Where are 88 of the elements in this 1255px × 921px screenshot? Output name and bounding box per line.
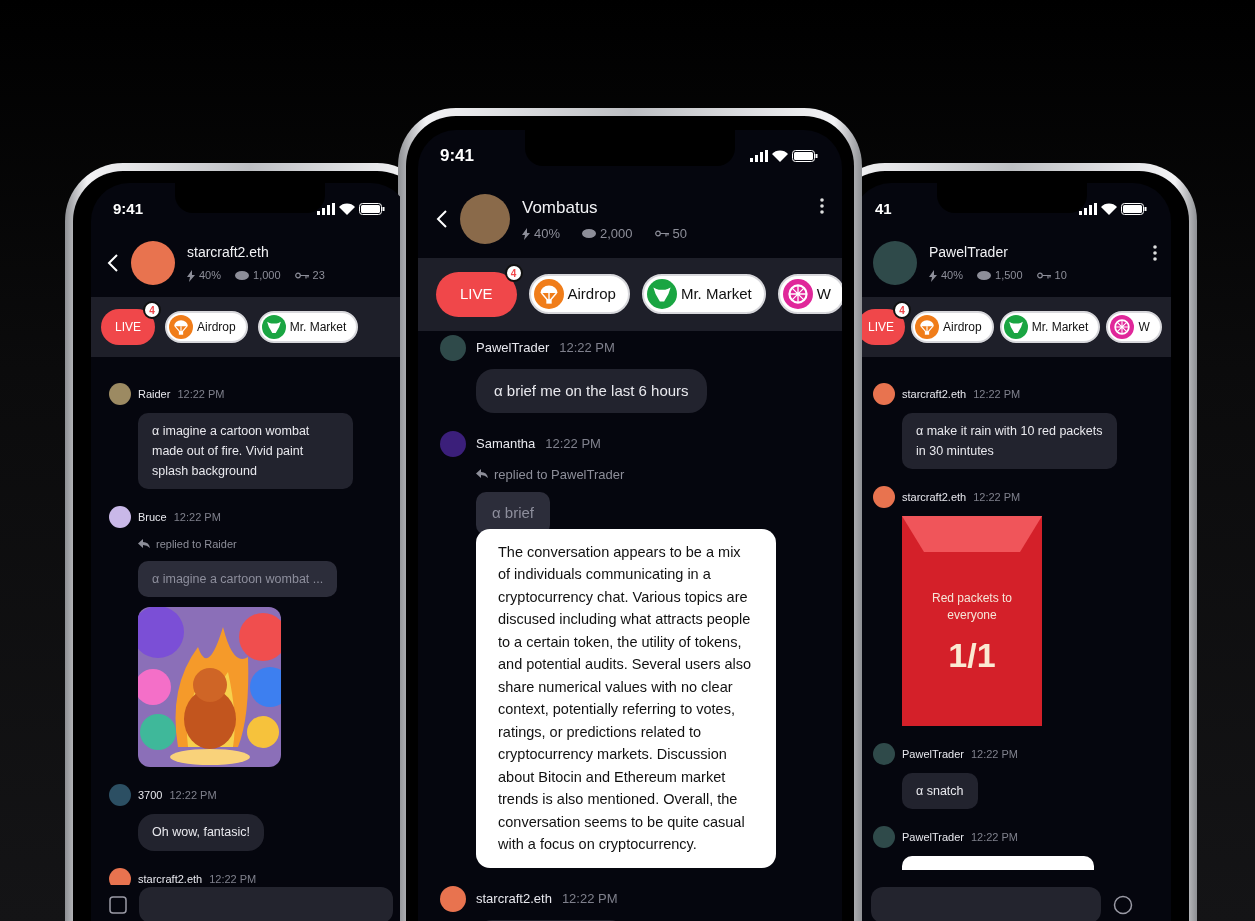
message-time: 12:22 PM <box>559 338 615 357</box>
reply-label: replied to PawelTrader <box>494 465 625 484</box>
wifi-icon <box>772 150 788 162</box>
topic-chip[interactable]: Airdrop <box>165 311 248 343</box>
prompt-message: α brief me on the last 6 hours <box>476 368 707 413</box>
message-time: 12:22 PM <box>970 829 1019 845</box>
message-time: 12:22 PM <box>973 489 1021 505</box>
profile-name: starcraft2.eth <box>187 243 270 263</box>
author-name: Bruce <box>138 509 167 525</box>
count-badge: 4 <box>504 264 523 282</box>
packet-count: 1/1 <box>948 634 996 676</box>
topic-chip[interactable]: Mr. Market <box>641 274 766 315</box>
author-name: starcraft2.eth <box>902 386 967 402</box>
message-time: 12:22 PM <box>173 509 221 525</box>
energy-value: 40% <box>941 268 964 284</box>
back-icon[interactable] <box>436 209 448 229</box>
prompt-message: α imagine a cartoon wombat made out of fire. Vivid paint splash background <box>138 413 353 489</box>
battery-icon <box>359 203 385 215</box>
prompt-message: α make it rain with 10 red packets in 30 mintutes <box>902 413 1117 469</box>
key-icon <box>294 272 309 279</box>
message-field[interactable] <box>871 887 1101 921</box>
message-time: 12:22 PM <box>973 386 1021 402</box>
topic-chip[interactable]: W <box>777 274 842 315</box>
status-time: 41 <box>875 198 892 219</box>
coin-icon <box>977 271 992 280</box>
bolt-icon <box>522 227 530 240</box>
more-icon[interactable] <box>820 198 824 214</box>
attach-icon[interactable] <box>109 896 127 914</box>
signal-icon <box>1079 203 1097 215</box>
key-icon <box>1036 272 1051 279</box>
wifi-icon <box>1101 203 1117 215</box>
more-icon[interactable] <box>1153 245 1157 261</box>
bolt-icon <box>929 269 937 282</box>
key-value: 50 <box>672 225 688 243</box>
message-time: 12:22 PM <box>209 871 257 885</box>
author-name: PawelTrader <box>476 338 550 357</box>
quoted-message: α imagine a cartoon wombat ... <box>138 560 338 598</box>
status-time: 9:41 <box>113 198 144 219</box>
summary-message: The conversation appears to be a mix of individuals communicating in a cryptocurrency chat. Various topics are discused including what attracts people to a certain token, the utility of tokens, and potential audits. Several users also share numerical values with no clear context, potentially referring to votes, ratings, or predictions related to cryptocurrency markets. Discussion about Bitocin and Ethereum market trends is also mentioned. Overall, the conversation seems to be quite casual with a focus on cryptocurrency. <box>476 528 776 868</box>
key-value: 23 <box>312 268 325 284</box>
bolt-icon <box>187 269 195 282</box>
author-name: PawelTrader <box>902 746 964 762</box>
author-name: starcraft2.eth <box>902 489 967 505</box>
energy-value: 40% <box>534 225 561 243</box>
topic-chip[interactable]: W <box>1106 311 1162 343</box>
packet-title: Red packets to everyone <box>930 590 1013 624</box>
message-time: 12:22 PM <box>177 386 225 402</box>
coin-value: 1,500 <box>995 268 1023 284</box>
message-time: 12:22 PM <box>561 889 618 908</box>
key-value: 10 <box>1054 268 1067 284</box>
reply-label: replied to Raider <box>156 537 237 552</box>
signal-icon <box>750 150 768 162</box>
count-badge: 4 <box>143 301 161 319</box>
topic-chip[interactable]: Airdrop <box>528 274 630 315</box>
author-name: 3700 <box>138 788 163 803</box>
profile-name: PawelTrader <box>929 243 1009 263</box>
reply-icon <box>138 539 150 550</box>
status-time: 9:41 <box>440 145 475 168</box>
coin-value: 1,000 <box>253 268 281 284</box>
message-field[interactable] <box>139 887 393 921</box>
battery-icon <box>1121 203 1147 215</box>
key-icon <box>654 230 669 238</box>
author-name: Samantha <box>476 434 536 453</box>
author-name: starcraft2.eth <box>476 889 552 908</box>
wifi-icon <box>339 203 355 215</box>
signal-icon <box>317 203 335 215</box>
message-time: 12:22 PM <box>970 746 1019 762</box>
count-badge: 4 <box>893 301 911 319</box>
profile-name: Vombatus <box>522 196 599 219</box>
message-time: 12:22 PM <box>545 434 601 453</box>
reply-icon <box>476 469 488 480</box>
gift-packet[interactable]: Red packets to everyone 1/1 <box>902 516 1042 726</box>
author-name: PawelTrader <box>902 829 964 845</box>
author-name: starcraft2.eth <box>138 871 203 885</box>
author-name: Raider <box>138 386 171 402</box>
topic-chip[interactable]: Airdrop <box>911 311 994 343</box>
message-time: 12:22 PM <box>169 788 217 803</box>
emoji-icon[interactable] <box>1113 895 1133 915</box>
back-icon[interactable] <box>107 253 119 273</box>
topic-chip[interactable]: Mr. Market <box>257 311 359 343</box>
prompt-message: α snatch <box>902 773 978 809</box>
energy-value: 40% <box>199 268 222 284</box>
topic-chip[interactable]: Mr. Market <box>999 311 1101 343</box>
coin-value: 2,000 <box>600 225 633 243</box>
battery-icon <box>792 150 818 162</box>
chat-message: Oh wow, fantasic! <box>138 814 264 851</box>
coin-icon <box>582 229 597 239</box>
coin-icon <box>235 271 250 280</box>
